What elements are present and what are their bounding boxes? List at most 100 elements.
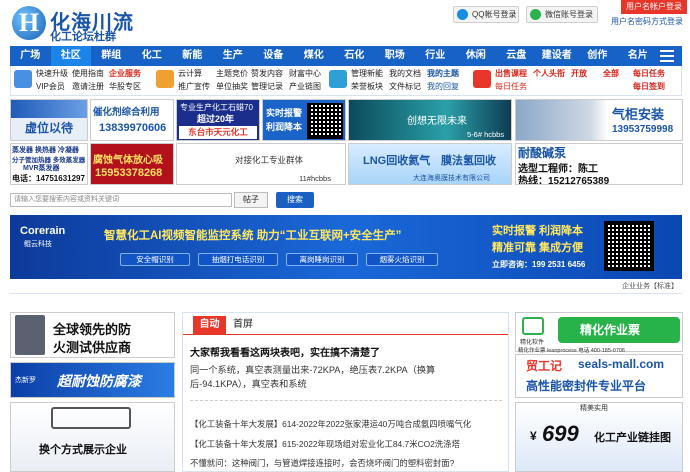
news-item[interactable]: 【化工装备十年大发展】615-2022年现场组对宏业化工84.7米CO2洗涤塔 (190, 438, 460, 451)
nav-item[interactable]: 煤化 (294, 46, 335, 66)
ad-chain-price-unit: ¥ (530, 429, 537, 443)
nav-item[interactable]: 职场 (375, 46, 416, 66)
ad-showcase[interactable]: 换个方式展示企业 (10, 402, 175, 472)
ad-seals-mall[interactable]: 贸工记 seals-mall.com 高性能密封件专业平台 (515, 354, 683, 398)
quick-link-tags[interactable]: 文件标记 (389, 81, 421, 93)
qq-login-button[interactable]: QQ帐号登录 (453, 6, 519, 23)
wechat-login-button[interactable]: 微信账号登录 (526, 6, 598, 23)
nav-item[interactable]: 石化 (334, 46, 375, 66)
news-tab-first-screen[interactable]: 首屏 (233, 316, 253, 334)
quick-link-promo[interactable]: 推广宣传 (178, 81, 210, 93)
news-tab-underline (183, 334, 508, 335)
ad-vacant[interactable]: 虚位以待 (10, 99, 88, 141)
quick-link-post[interactable]: 赞发内容 (251, 68, 283, 80)
ad-corrosive-gas[interactable]: 腐蚀气体放心吸 15953378268 (90, 143, 174, 185)
quick-link-task[interactable]: 每日任务 (633, 68, 665, 80)
ad-innovation[interactable]: 创想无限未来 5-6# hcbbs (348, 99, 512, 141)
quick-link-enterprise[interactable]: 企业服务 (109, 68, 141, 80)
quick-link-honor[interactable]: 荣誉板块 (351, 81, 383, 93)
ad-seals-tagline: 高性能密封件专业平台 (526, 379, 647, 393)
banner-divider (10, 293, 682, 294)
ad-membrane[interactable]: LNG回收氦气 膜法氢回收 大连海奥膜技术有限公司 (348, 143, 512, 185)
quick-link-open[interactable]: 开放 (571, 68, 587, 80)
quick-link-signin[interactable]: 每日签到 (633, 81, 665, 93)
ad-acid-pump[interactable]: 耐酸碱泵 选型工程师：陈工 热线：15212765389 (515, 143, 683, 185)
nav-item[interactable]: 建设者 (537, 46, 578, 66)
ad-innovation-title: 创想无限未来 (407, 116, 467, 127)
ad-catalyst[interactable]: 催化剂综合利用 13839970606 (90, 99, 174, 141)
news-summary-line1: 同一个系统，真空表测量出来-72KPA，绝压表7.2KPA（换算 (190, 365, 436, 375)
ad-acid-pump-title: 耐酸碱泵 (518, 146, 567, 160)
search-input[interactable]: 请输入您要搜索内容或资料关键词 (10, 193, 232, 207)
news-tab-auto[interactable]: 自动 (193, 316, 226, 334)
nav-item[interactable]: 化工 (132, 46, 173, 66)
quick-link-stock[interactable]: 华股专区 (109, 81, 141, 93)
ad-chain-chart[interactable]: 精美实用 ¥ 699 化工产业链挂图 (515, 402, 683, 472)
ad-alarm[interactable]: 实时报警 利润降本 (262, 99, 346, 141)
ad-catalyst-title: 催化剂综合利用 (93, 107, 160, 118)
ad-evaporator[interactable]: 蒸发器 换热器 冷凝器 分子管加热器 多效蒸发器 MVR蒸发器 电话：14751… (10, 143, 88, 185)
quick-link-guide[interactable]: 使用指南 (72, 68, 104, 80)
nav-menu-icon[interactable] (660, 50, 674, 62)
quick-link-bidding[interactable]: 主题竞价 (216, 68, 248, 80)
quick-link-daily[interactable]: 每日任务 (495, 81, 527, 93)
ad-corrosive-phone: 15953378268 (95, 167, 163, 179)
ad-paraffin[interactable]: 专业生产化工石蜡70 超过20年 东台市天元化工 (176, 99, 260, 141)
ad-membrane-l2: 膜法氢回收 (441, 155, 496, 167)
ad-corrosive-title: 腐蚀气体放心吸 (93, 155, 163, 166)
quick-link-cloud[interactable]: 云计算 (178, 68, 202, 80)
banner-pill-helmet[interactable]: 安全帽识别 (120, 253, 190, 266)
banner-pill-smoking[interactable]: 抽烟打电话识别 (198, 253, 278, 266)
showcase-banner-icon (51, 407, 131, 429)
nav-item[interactable]: 设备 (253, 46, 294, 66)
quick-link-all[interactable]: 全部 (603, 68, 619, 80)
wechat-icon (530, 9, 541, 20)
ad-chemical-group[interactable]: 对接化工专业群体 11#hcbbs (176, 143, 346, 185)
ad-gas-holder[interactable]: 气柜安装 13953759998 (515, 99, 683, 141)
site-logo-icon[interactable]: H (12, 6, 46, 40)
nav-item[interactable]: 群组 (91, 46, 132, 66)
banner-pill-smoke-fire[interactable]: 烟雾火焰识别 (366, 253, 438, 266)
quick-link-manage[interactable]: 管理记录 (251, 81, 283, 93)
nav-item[interactable]: 新能 (172, 46, 213, 66)
banner-right-line2: 精准可靠 集成方便 (492, 242, 584, 254)
ad-anticorrosion[interactable]: 杰新罗 超耐蚀防腐漆 (10, 362, 175, 398)
nav-item[interactable]: 广场 (10, 46, 51, 66)
nav-item[interactable]: 社区 (50, 46, 91, 66)
quick-link-course[interactable]: 出售课程 (495, 68, 527, 80)
quick-link-docs[interactable]: 我的文档 (389, 68, 421, 80)
ad-vacant-title: 虚位以待 (25, 121, 74, 135)
quick-link-upgrade[interactable]: 快速升级 (36, 68, 68, 80)
news-item[interactable]: 【化工装备十年大发展】614-2022年2022张家港运40万吨合成氨四喷嘴气化 (190, 418, 471, 431)
quick-link-lottery[interactable]: 单位抽奖 (216, 81, 248, 93)
quick-link-title[interactable]: 个人头衔 (533, 68, 565, 80)
news-headline[interactable]: 大家帮我看看这两块表吧，实在搞不清楚了 (190, 347, 380, 360)
account-login-button[interactable]: 用户名帐户登录 (621, 0, 687, 14)
ad-chain-title: 化工产业链挂图 (594, 432, 671, 444)
nav-item[interactable]: 云盘 (496, 46, 537, 66)
nav-item[interactable]: 生产 (213, 46, 254, 66)
search-button[interactable]: 搜索 (276, 192, 314, 208)
banner-brand-cn: 鲲云科技 (24, 241, 52, 248)
search-type-select[interactable]: 帖子 (234, 192, 268, 208)
quick-link-wealth[interactable]: 财富中心 (289, 68, 321, 80)
news-item[interactable]: 不懂就问：这种阀门，与管道焊接连接时，会否烧坏阀门的塑料密封面? (190, 457, 454, 470)
ai-video-banner[interactable]: Corerain 鲲云科技 智慧化工AI视频智能监控系统 助力“工业互联网+安全… (10, 215, 682, 279)
banner-pill-absence[interactable]: 离岗睡岗识别 (286, 253, 358, 266)
quick-link-my-topics[interactable]: 我的主题 (427, 68, 459, 80)
ad-anticorrosion-brand: 杰新罗 (15, 377, 36, 384)
password-login-link[interactable]: 用户名密码方式登录 (611, 16, 683, 27)
nav-item[interactable]: 名片 (618, 46, 659, 66)
ad-seals-domain: seals-mall.com (578, 357, 665, 371)
ad-lean-contact: 精化作业票 leanprocess 电话 400-185-0706 (518, 348, 625, 354)
nav-item[interactable]: 休闲 (456, 46, 497, 66)
quick-link-my-replies[interactable]: 我的回复 (427, 81, 459, 93)
quick-links-bar: 快速升级 使用指南 VIP会员 邀请注册 企业服务 华股专区 云计算 主题竞价 … (10, 66, 682, 96)
nav-item[interactable]: 创作 (577, 46, 618, 66)
quick-link-invite[interactable]: 邀请注册 (72, 81, 104, 93)
nav-item[interactable]: 行业 (415, 46, 456, 66)
ad-fire-test[interactable]: 全球领先的防 火测试供应商 (10, 312, 175, 358)
quick-link-new-energy[interactable]: 管理新能 (351, 68, 383, 80)
quick-link-chain[interactable]: 产业链图 (289, 81, 321, 93)
quick-link-vip[interactable]: VIP会员 (36, 81, 65, 93)
